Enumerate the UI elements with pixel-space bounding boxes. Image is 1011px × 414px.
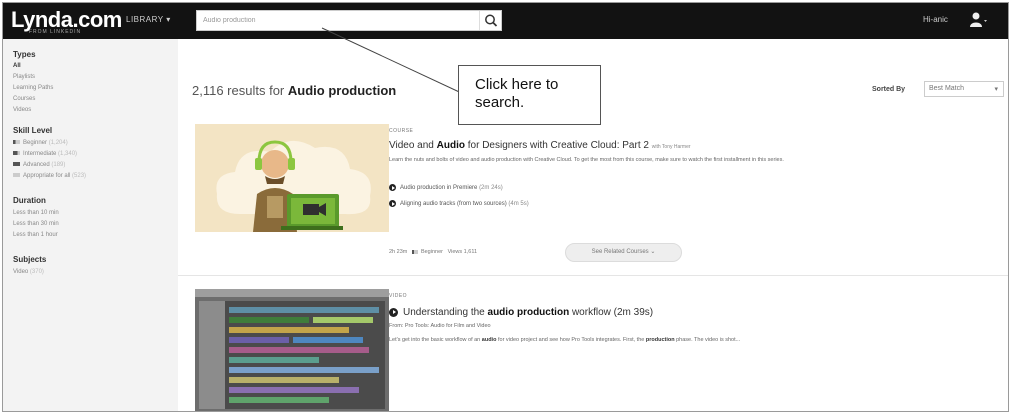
course-thumbnail[interactable] bbox=[195, 124, 389, 232]
sort-value: Best Match bbox=[929, 85, 965, 92]
course-video-link[interactable]: Aligning audio tracks (from two sources)… bbox=[389, 200, 529, 207]
chevron-down-icon: ⌄ bbox=[650, 249, 656, 255]
skill-bars-icon bbox=[13, 151, 20, 156]
filter-label: Appropriate for all bbox=[23, 173, 71, 179]
filter-skill-beginner[interactable]: Beginner (1,204) bbox=[13, 140, 171, 146]
skill-level-heading: Skill Level bbox=[13, 126, 53, 135]
search-button[interactable] bbox=[479, 11, 501, 30]
play-icon bbox=[389, 307, 398, 317]
video-kind-label: VIDEO bbox=[389, 293, 408, 299]
title-text: workflow (2m 39s) bbox=[571, 307, 654, 318]
link-duration: (4m 5s) bbox=[508, 201, 529, 208]
callout-line-1: Click here to bbox=[475, 76, 559, 93]
filter-count: (523) bbox=[72, 173, 87, 179]
desc-text: Let's get into the basic workflow of an bbox=[389, 337, 481, 343]
filter-type-learning-paths[interactable]: Learning Paths bbox=[13, 85, 171, 91]
title-text: Video and bbox=[389, 140, 434, 151]
title-highlight: audio production bbox=[487, 307, 570, 318]
types-heading: Types bbox=[13, 50, 36, 59]
desc-highlight: audio bbox=[481, 337, 497, 343]
course-video-link[interactable]: Audio production in Premiere (2m 24s) bbox=[389, 184, 503, 191]
video-thumbnail[interactable] bbox=[195, 289, 389, 411]
search-box bbox=[196, 10, 502, 31]
sorted-by-label: Sorted By bbox=[872, 86, 906, 93]
play-icon bbox=[389, 184, 396, 191]
title-highlight: Audio bbox=[436, 140, 465, 151]
chevron-down-icon: ▾ bbox=[166, 15, 171, 24]
link-duration: (2m 24s) bbox=[479, 185, 503, 192]
result-divider bbox=[178, 275, 1008, 276]
skill-bars-icon bbox=[411, 249, 418, 254]
course-title[interactable]: Video and Audio for Designers with Creat… bbox=[389, 140, 691, 151]
sort-select[interactable]: Best Match ▾ bbox=[924, 81, 1004, 97]
play-icon bbox=[389, 200, 396, 207]
desc-text: for video project and see how Pro Tools … bbox=[497, 337, 645, 343]
results-count-text: 2,116 results for bbox=[192, 83, 285, 98]
filter-count: (1,204) bbox=[48, 140, 68, 146]
screenshot-frame: Lynda.com FROM LINKEDIN LIBRARY ▾ Hi-ani… bbox=[2, 2, 1009, 412]
search-input[interactable] bbox=[197, 11, 479, 30]
top-nav-bar: Lynda.com FROM LINKEDIN LIBRARY ▾ Hi-ani… bbox=[3, 3, 1008, 39]
course-author: with Tony Harmer bbox=[651, 144, 691, 150]
results-query: Audio production bbox=[287, 83, 397, 98]
filter-count: (189) bbox=[51, 162, 66, 168]
course-description: Learn the nuts and bolts of video and au… bbox=[389, 157, 784, 163]
results-count: 2,116 results for Audio production bbox=[192, 83, 396, 98]
filter-type-playlists[interactable]: Playlists bbox=[13, 74, 171, 80]
title-text: for Designers with Creative Cloud: Part … bbox=[467, 140, 649, 151]
search-icon bbox=[485, 14, 498, 27]
library-menu[interactable]: LIBRARY ▾ bbox=[126, 15, 171, 24]
course-length: 2h 23m bbox=[389, 249, 408, 255]
duration-heading: Duration bbox=[13, 196, 46, 205]
chevron-down-icon: ▾ bbox=[994, 86, 998, 93]
filter-duration-10[interactable]: Less than 10 min bbox=[13, 210, 171, 216]
skill-bars-icon bbox=[13, 162, 20, 167]
user-name[interactable]: Hi-anic bbox=[923, 15, 948, 24]
see-related-courses-button[interactable]: See Related Courses ⌄ bbox=[565, 243, 682, 262]
filter-subject-video[interactable]: Video (370) bbox=[13, 269, 171, 275]
link-label: Audio production in Premiere bbox=[400, 185, 478, 192]
filter-count: (1,340) bbox=[58, 151, 78, 157]
logo-subtitle: FROM LINKEDIN bbox=[29, 29, 82, 35]
course-views: Views 1,611 bbox=[447, 249, 478, 255]
related-label: See Related Courses bbox=[591, 249, 649, 255]
filter-skill-advanced[interactable]: Advanced (189) bbox=[13, 162, 171, 168]
filter-label: Video bbox=[13, 269, 29, 275]
library-label: LIBRARY bbox=[126, 15, 164, 24]
filter-label: Advanced bbox=[23, 162, 50, 168]
filter-duration-30[interactable]: Less than 30 min bbox=[13, 221, 171, 227]
course-meta: 2h 23m Beginner Views 1,611 bbox=[389, 249, 477, 255]
user-icon[interactable] bbox=[969, 11, 989, 34]
filter-label: Beginner bbox=[23, 140, 48, 146]
search-callout: Click here to search. bbox=[458, 65, 601, 125]
video-description: Let's get into the basic workflow of an … bbox=[389, 336, 949, 345]
desc-text: phase. The video is shot... bbox=[676, 337, 741, 343]
skill-bars-icon bbox=[13, 140, 20, 145]
callout-line-2: search. bbox=[475, 94, 525, 111]
course-kind-label: COURSE bbox=[389, 128, 414, 134]
course-level: Beginner bbox=[420, 249, 443, 255]
subjects-heading: Subjects bbox=[13, 255, 47, 264]
filter-skill-intermediate[interactable]: Intermediate (1,340) bbox=[13, 151, 171, 157]
filter-type-all[interactable]: All bbox=[13, 63, 171, 69]
skill-bars-icon bbox=[13, 173, 20, 178]
video-title[interactable]: Understanding the audio production workf… bbox=[389, 307, 653, 318]
title-text: Understanding the bbox=[403, 307, 485, 318]
video-source: From: Pro Tools: Audio for Film and Vide… bbox=[389, 323, 491, 329]
filter-type-courses[interactable]: Courses bbox=[13, 96, 171, 102]
filter-skill-all[interactable]: Appropriate for all (523) bbox=[13, 173, 171, 179]
link-label: Aligning audio tracks (from two sources) bbox=[400, 201, 507, 208]
filter-count: (370) bbox=[29, 269, 44, 275]
filter-duration-60[interactable]: Less than 1 hour bbox=[13, 232, 171, 238]
filter-type-videos[interactable]: Videos bbox=[13, 107, 171, 113]
desc-highlight: production bbox=[645, 337, 675, 343]
filter-sidebar: Types All Playlists Learning Paths Cours… bbox=[3, 39, 171, 411]
filter-label: Intermediate bbox=[23, 151, 57, 157]
